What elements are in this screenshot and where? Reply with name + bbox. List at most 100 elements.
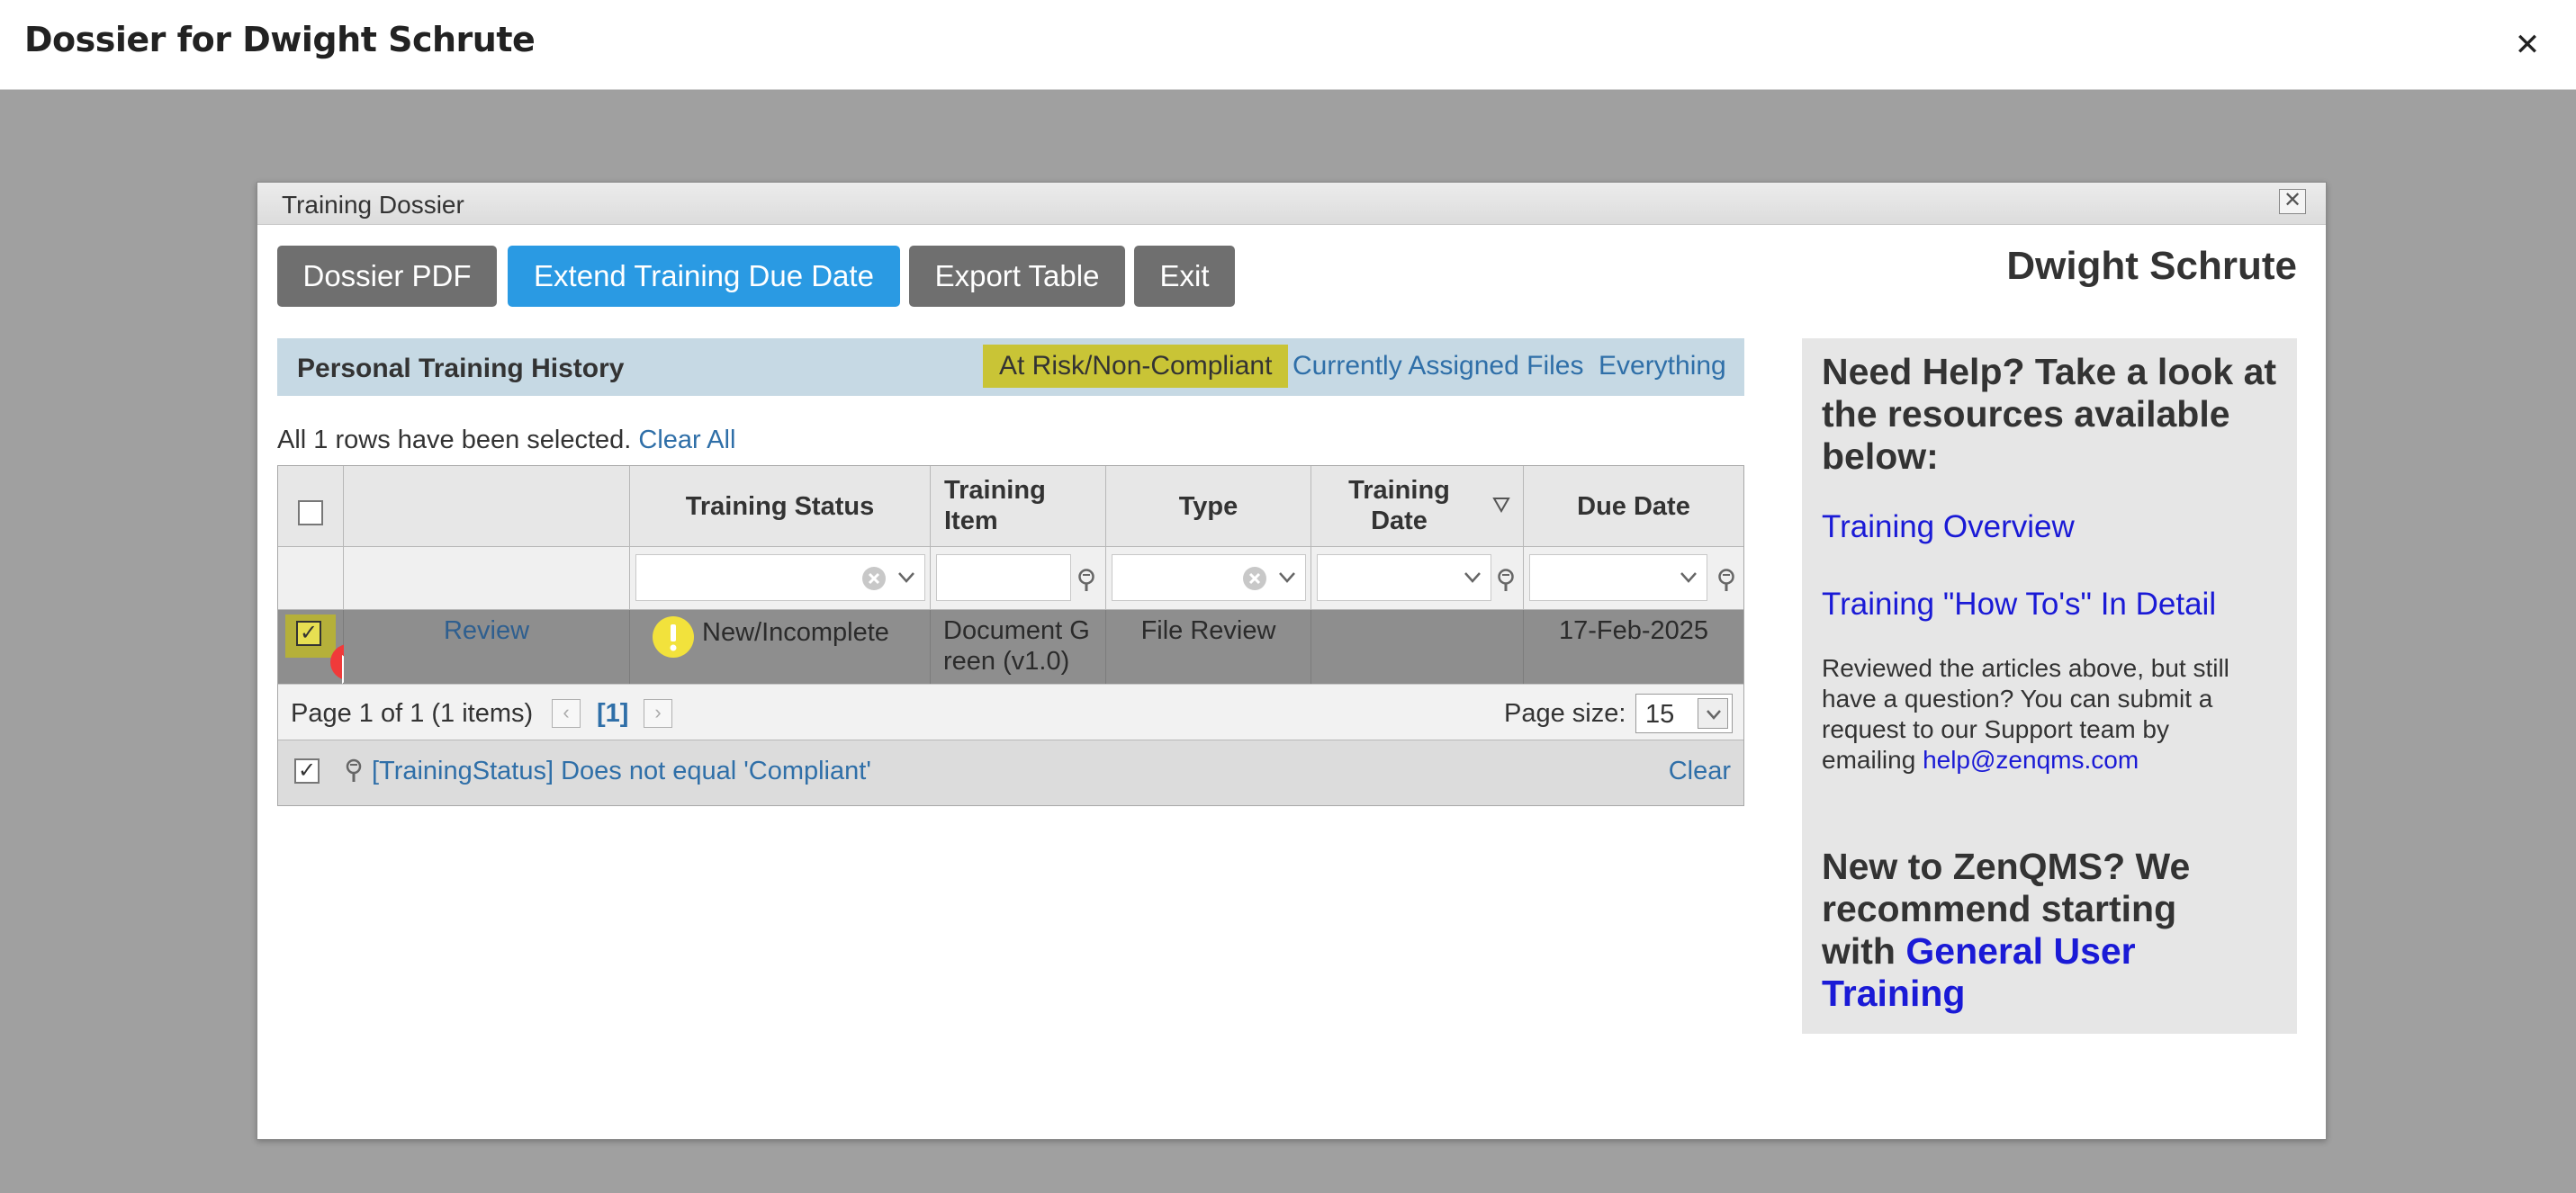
training-date-filter-input[interactable] (1317, 554, 1491, 601)
pager: Page 1 of 1 (1 items) ‹ [1] › Page size:… (278, 684, 1743, 740)
status-filter-input[interactable] (635, 554, 925, 601)
dialog-close-icon[interactable]: ✕ (2279, 189, 2306, 214)
table-row-type-cell: File Review (1106, 610, 1311, 684)
filter-expression-bar: ✓ [TrainingStatus] Does not equal 'Compl… (278, 740, 1743, 805)
dialog-title: Training Dossier (282, 191, 464, 219)
column-title-date-2: Date (1371, 507, 1428, 535)
training-grid: Training Status Training Item Type Train… (277, 465, 1744, 806)
clear-filter-icon[interactable] (861, 566, 887, 591)
user-name: Dwight Schrute (2006, 244, 2297, 288)
prev-page-button[interactable]: ‹ (552, 699, 581, 728)
help-paragraph-line-3: request to our Support team by (1822, 715, 2169, 743)
row-checkbox[interactable]: ✓ (296, 621, 321, 646)
page-title: Dossier for Dwight Schrute (24, 20, 536, 59)
filter-pin-icon[interactable] (1716, 569, 1736, 592)
review-link[interactable]: Review (344, 615, 629, 646)
header-training-status[interactable]: Training Status (630, 466, 931, 547)
filter-clear-link[interactable]: Clear (1669, 757, 1731, 786)
exit-button[interactable]: Exit (1134, 246, 1235, 307)
chevron-down-icon (1707, 710, 1721, 720)
warning-icon (653, 616, 694, 658)
history-title: Personal Training History (297, 354, 625, 383)
table-row-action-cell: Review (344, 610, 630, 684)
general-user-training-link-line-2[interactable]: Training (1822, 973, 1965, 1015)
page-size-label: Page size: (1504, 699, 1626, 728)
page-size-dropdown[interactable] (1698, 698, 1728, 729)
table-row-item-cell: Document G reen (v1.0) (931, 610, 1106, 684)
page-size-value: 15 (1645, 700, 1675, 729)
filter-pin-icon (346, 758, 362, 782)
chevron-down-icon[interactable] (1680, 571, 1698, 584)
header-action (344, 466, 630, 547)
filter-cell-type (1106, 547, 1311, 610)
new-user-with: with (1822, 930, 1906, 972)
help-heading-line-1: Need Help? Take a look at (1822, 351, 2277, 392)
column-title-date-1: Training (1348, 476, 1450, 505)
selection-info: All 1 rows have been selected. Clear All (277, 426, 735, 455)
filter-cell-training-date (1311, 547, 1524, 610)
filter-cell-empty (344, 547, 630, 610)
dossier-pdf-button[interactable]: Dossier PDF (277, 246, 497, 307)
header-due-date[interactable]: Due Date (1524, 466, 1743, 547)
header-type[interactable]: Type (1106, 466, 1311, 547)
table-row-due-cell: 17-Feb-2025 (1524, 610, 1743, 684)
extend-due-date-button[interactable]: Extend Training Due Date (508, 246, 900, 307)
filter-cell-status (630, 547, 931, 610)
training-dossier-dialog: Training Dossier ✕ Dossier PDF Extend Tr… (257, 182, 2327, 1140)
help-heading-line-3: below: (1822, 435, 1939, 477)
sort-desc-icon[interactable] (1492, 497, 1510, 513)
new-user-heading-line-1: New to ZenQMS? We (1822, 846, 2191, 887)
support-email-link[interactable]: help@zenqms.com (1923, 746, 2139, 774)
new-user-heading-line-2: recommend starting (1822, 888, 2177, 929)
pager-info: Page 1 of 1 (1 items) (291, 699, 534, 728)
header-select-cell (278, 466, 344, 547)
help-paragraph-line-4: emailing help@zenqms.com (1822, 745, 2272, 776)
column-title-item-1: Training (944, 476, 1046, 505)
training-how-tos-link[interactable]: Training "How To's" In Detail (1822, 587, 2216, 623)
selection-text: All 1 rows have been selected. (277, 426, 632, 454)
filter-enable-checkbox[interactable]: ✓ (294, 758, 320, 784)
item-text-line-1: Document G (943, 616, 1090, 645)
filter-cell-due-date (1524, 547, 1743, 610)
history-header: Personal Training History At Risk/Non-Co… (277, 338, 1744, 396)
help-paragraph-line-2: have a question? You can submit a (1822, 685, 2213, 713)
help-panel: Need Help? Take a look at the resources … (1802, 338, 2297, 1034)
clear-all-link[interactable]: Clear All (638, 426, 735, 454)
general-user-training-link[interactable]: General User (1905, 930, 2135, 972)
export-table-button[interactable]: Export Table (909, 246, 1125, 307)
dialog-titlebar: Training Dossier ✕ (257, 183, 2326, 225)
column-title-status: Training Status (685, 492, 875, 521)
column-title-type: Type (1178, 492, 1238, 521)
table-row-select-cell: ✓ (278, 610, 366, 688)
table-row-status-cell: New/Incomplete (630, 610, 931, 684)
clear-filter-icon[interactable] (1242, 566, 1267, 591)
chevron-down-icon[interactable] (1278, 571, 1296, 584)
type-filter-input[interactable] (1112, 554, 1306, 601)
filter-pin-icon[interactable] (1076, 569, 1096, 592)
page-size-select[interactable]: 15 (1635, 694, 1733, 733)
item-text-line-2: reen (v1.0) (943, 647, 1070, 676)
header-training-item[interactable]: Training Item (931, 466, 1106, 547)
due-date-filter-input[interactable] (1529, 554, 1707, 601)
header-training-date[interactable]: Training Date (1311, 466, 1524, 547)
tab-currently-assigned[interactable]: Currently Assigned Files (1293, 345, 1583, 388)
tab-at-risk[interactable]: At Risk/Non-Compliant (983, 345, 1289, 388)
top-bar: Dossier for Dwight Schrute ✕ (0, 0, 2576, 90)
select-all-checkbox[interactable] (298, 500, 323, 525)
chevron-down-icon[interactable] (897, 571, 915, 584)
tab-everything[interactable]: Everything (1599, 345, 1726, 388)
current-page[interactable]: [1] (597, 699, 628, 729)
table-row-training-date-cell (1311, 610, 1524, 684)
item-filter-input[interactable] (936, 554, 1071, 601)
training-overview-link[interactable]: Training Overview (1822, 509, 2075, 545)
help-paragraph-emailing: emailing (1822, 746, 1923, 774)
status-text: New/Incomplete (702, 618, 889, 647)
next-page-button[interactable]: › (644, 699, 672, 728)
due-date-text: 17-Feb-2025 (1558, 616, 1709, 645)
filter-expression-link[interactable]: [TrainingStatus] Does not equal 'Complia… (372, 757, 871, 786)
close-icon[interactable]: ✕ (2502, 20, 2553, 70)
filter-pin-icon[interactable] (1496, 569, 1516, 592)
help-paragraph-line-1: Reviewed the articles above, but still (1822, 654, 2229, 682)
column-title-item-2: Item (944, 507, 998, 535)
chevron-down-icon[interactable] (1464, 571, 1482, 584)
